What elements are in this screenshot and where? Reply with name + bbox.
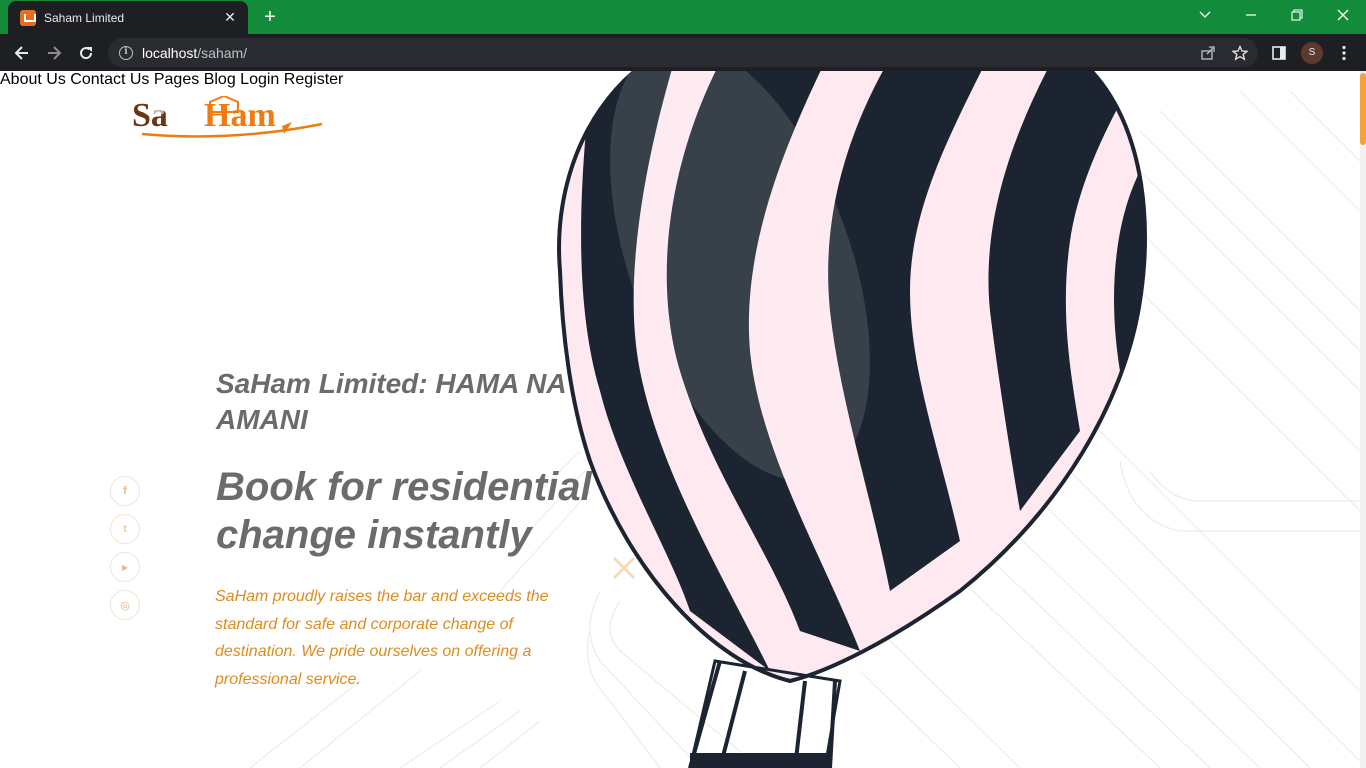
browser-tab-strip: Saham Limited ✕ + [0, 0, 1366, 34]
page-scrollbar-thumb[interactable] [1360, 73, 1366, 145]
youtube-icon[interactable]: ▶ [110, 552, 140, 582]
restore-button[interactable] [1274, 0, 1320, 30]
share-icon[interactable] [1195, 40, 1221, 66]
hero-description: SaHam proudly raises the bar and exceeds… [215, 588, 549, 688]
url-text: localhost/saham/ [142, 44, 248, 61]
saham-logo[interactable]: Sa Ham [132, 96, 332, 141]
svg-text:Ham: Ham [204, 97, 276, 134]
bookmark-star-icon[interactable] [1227, 40, 1253, 66]
back-icon[interactable] [9, 40, 35, 66]
new-tab-button[interactable]: + [259, 6, 281, 28]
tab-close-icon[interactable]: ✕ [222, 9, 238, 26]
side-panel-icon[interactable] [1266, 40, 1292, 66]
forward-icon[interactable] [41, 40, 67, 66]
browser-toolbar: i localhost/saham/ S [0, 34, 1366, 71]
site-info-icon[interactable]: i [119, 45, 133, 60]
facebook-icon[interactable]: f [110, 476, 140, 506]
minimize-button[interactable] [1228, 0, 1274, 30]
address-bar[interactable]: i localhost/saham/ [108, 38, 1258, 67]
web-page: Sa Ham SaHam Limited: HAMA NA AMANI Book… [0, 71, 1360, 768]
profile-avatar[interactable]: S [1301, 42, 1323, 64]
browser-tab[interactable]: Saham Limited ✕ [8, 1, 248, 34]
tab-title: Saham Limited [44, 10, 125, 25]
twitter-icon[interactable]: t [110, 514, 140, 544]
close-window-button[interactable] [1320, 0, 1366, 30]
tab-search-icon[interactable] [1182, 0, 1228, 30]
site-favicon-icon [20, 9, 36, 26]
menu-kebab-icon[interactable] [1331, 40, 1357, 66]
reload-icon[interactable] [73, 40, 99, 66]
instagram-icon[interactable]: ◎ [110, 590, 140, 620]
hot-air-balloon-illustration [557, 71, 1147, 768]
page-scrollbar-track[interactable] [1360, 71, 1366, 768]
